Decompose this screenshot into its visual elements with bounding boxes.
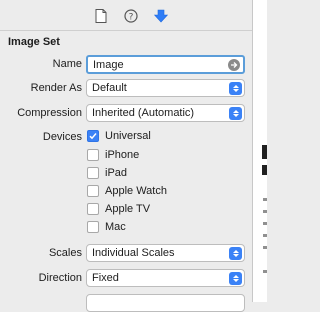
scales-popup[interactable]: Individual Scales xyxy=(86,244,245,262)
name-label: Name xyxy=(52,58,82,70)
device-universal[interactable]: Universal xyxy=(87,130,151,142)
direction-label: Direction xyxy=(38,272,82,284)
attributes-inspector: ? Image Set Name Image Render As Default… xyxy=(0,0,252,312)
popup-chevron-icon xyxy=(229,106,242,120)
adjacent-panel xyxy=(252,0,267,302)
name-value: Image xyxy=(93,58,124,71)
device-label: Apple TV xyxy=(105,203,151,215)
device-label: iPad xyxy=(105,167,128,179)
direction-value: Fixed xyxy=(92,272,119,284)
inspector-tab-bar: ? xyxy=(0,0,252,30)
svg-text:?: ? xyxy=(129,13,134,23)
compression-label: Compression xyxy=(17,107,82,119)
next-popup-partial[interactable] xyxy=(86,294,245,312)
name-field[interactable]: Image xyxy=(86,55,245,74)
tab-bar-divider xyxy=(0,30,252,31)
checkbox-icon[interactable] xyxy=(87,221,99,233)
adjacent-panel-fragments xyxy=(262,145,267,273)
device-iphone[interactable]: iPhone xyxy=(87,149,139,161)
checkbox-icon[interactable] xyxy=(87,167,99,179)
go-to-arrow-icon[interactable] xyxy=(228,58,240,71)
render-as-label: Render As xyxy=(30,82,82,94)
compression-popup[interactable]: Inherited (Automatic) xyxy=(86,104,245,122)
device-apple-tv[interactable]: Apple TV xyxy=(87,203,150,215)
quick-help-icon[interactable]: ? xyxy=(123,8,139,24)
checkbox-checked-icon[interactable] xyxy=(87,130,99,142)
device-mac[interactable]: Mac xyxy=(87,221,126,233)
checkbox-icon[interactable] xyxy=(87,185,99,197)
devices-label: Devices xyxy=(42,131,82,143)
popup-chevron-icon xyxy=(229,246,242,260)
device-label: Universal xyxy=(105,130,151,142)
device-apple-watch[interactable]: Apple Watch xyxy=(87,185,167,197)
render-as-value: Default xyxy=(92,82,127,94)
device-ipad[interactable]: iPad xyxy=(87,167,127,179)
section-title: Image Set xyxy=(8,36,60,48)
device-label: Mac xyxy=(105,221,126,233)
file-inspector-icon[interactable] xyxy=(93,8,109,24)
popup-chevron-icon xyxy=(229,81,242,95)
scales-value: Individual Scales xyxy=(92,247,175,259)
device-label: iPhone xyxy=(105,149,140,161)
direction-popup[interactable]: Fixed xyxy=(86,269,245,287)
render-as-popup[interactable]: Default xyxy=(86,79,245,97)
checkbox-icon[interactable] xyxy=(87,203,99,215)
device-label: Apple Watch xyxy=(105,185,167,197)
compression-value: Inherited (Automatic) xyxy=(92,107,195,119)
checkbox-icon[interactable] xyxy=(87,149,99,161)
scales-label: Scales xyxy=(48,247,82,259)
popup-chevron-icon xyxy=(229,271,242,285)
attributes-inspector-icon[interactable] xyxy=(153,8,169,24)
